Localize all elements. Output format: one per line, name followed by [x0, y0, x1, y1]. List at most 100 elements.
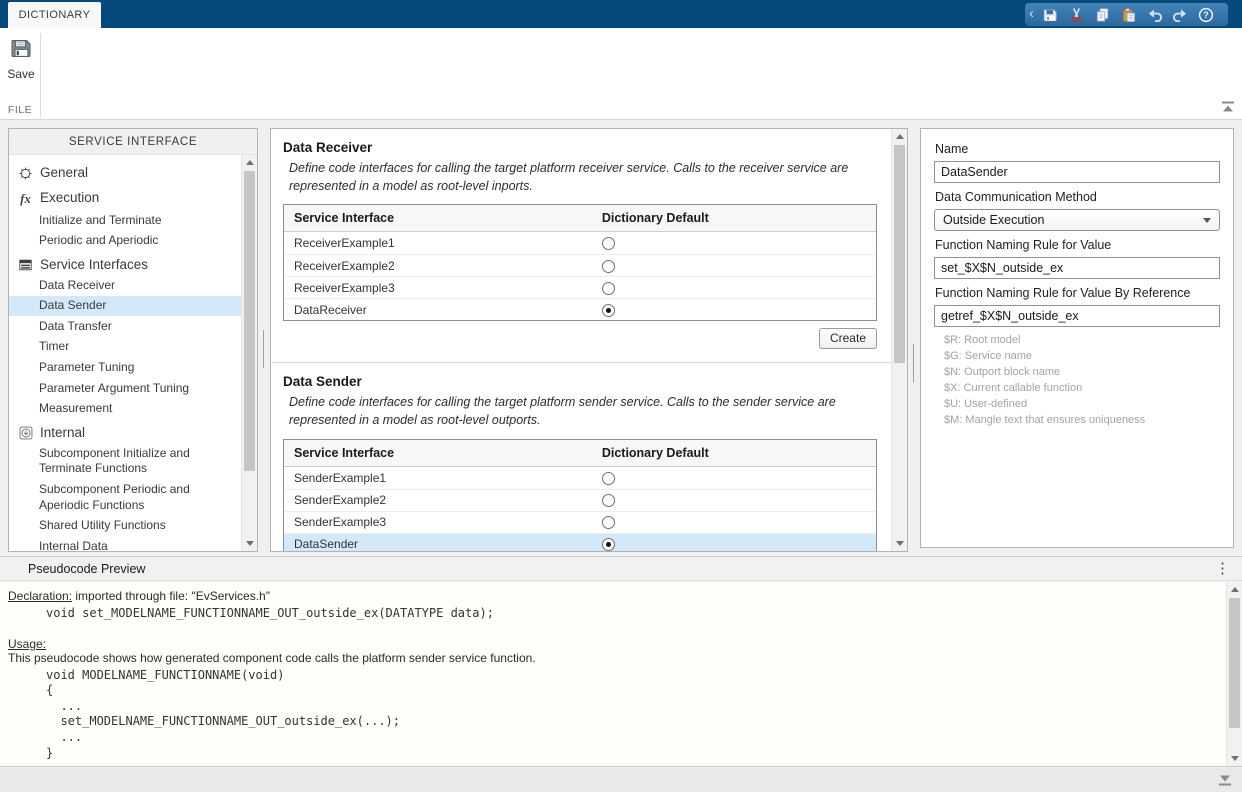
- function-naming-rule-value-label: Function Naming Rule for Value: [935, 238, 1220, 252]
- dictionary-default-radio[interactable]: [602, 260, 615, 273]
- copy-icon[interactable]: [1089, 4, 1115, 25]
- right-splitter-handle[interactable]: [913, 344, 914, 382]
- naming-token: $G: Service name: [944, 349, 1220, 365]
- service-interface-sidebar: SERVICE INTERFACE GeneralfxExecutionInit…: [8, 128, 258, 552]
- dictionary-default-radio[interactable]: [602, 282, 615, 295]
- naming-token: $N: Outport block name: [944, 365, 1220, 381]
- naming-token-list: $R: Root model$G: Service name$N: Outpor…: [944, 333, 1220, 429]
- table-header-row: Service Interface Dictionary Default: [284, 440, 876, 467]
- scrollbar-thumb[interactable]: [894, 145, 905, 363]
- sidebar-item-subcomponent-periodic-and-aperiodic-functions[interactable]: Subcomponent Periodic and Aperiodic Func…: [9, 480, 241, 516]
- name-field[interactable]: [934, 161, 1220, 183]
- declaration-line: Declaration: imported through file: "EvS…: [8, 589, 1215, 603]
- pseudocode-preview-body: Declaration: imported through file: "EvS…: [0, 582, 1242, 767]
- sidebar-item-data-sender[interactable]: Data Sender: [9, 296, 241, 317]
- service-interface-table: Service Interface Dictionary Default Sen…: [283, 439, 877, 553]
- service-row-datareceiver[interactable]: DataReceiver: [284, 298, 876, 320]
- collapse-ribbon-icon[interactable]: [1219, 100, 1237, 114]
- dictionary-default-radio[interactable]: [602, 304, 615, 317]
- scroll-down-arrow-icon[interactable]: [1227, 751, 1242, 766]
- pseudocode-preview-header: Pseudocode Preview ⋮: [0, 556, 1242, 581]
- function-naming-rule-value-field[interactable]: [934, 257, 1220, 279]
- sidebar-item-service-interfaces[interactable]: Service Interfaces: [9, 253, 241, 275]
- sidebar-item-measurement[interactable]: Measurement: [9, 399, 241, 420]
- collapse-panel-icon[interactable]: [1216, 773, 1234, 787]
- undo-icon[interactable]: [1141, 4, 1167, 25]
- sidebar-scrollbar[interactable]: [241, 155, 257, 551]
- service-row-receiverexample2[interactable]: ReceiverExample2: [284, 254, 876, 276]
- sidebar-item-shared-utility-functions[interactable]: Shared Utility Functions: [9, 516, 241, 537]
- section-title: Data Receiver: [283, 140, 879, 155]
- data-communication-method-select[interactable]: Outside Execution: [934, 209, 1220, 231]
- sidebar-item-label: Initialize and Terminate: [39, 213, 162, 229]
- sidebar-item-initialize-and-terminate[interactable]: Initialize and Terminate: [9, 210, 241, 231]
- file-section-label: FILE: [0, 104, 40, 116]
- pseudocode-preview-title: Pseudocode Preview: [28, 562, 145, 576]
- sidebar-item-label: Subcomponent Initialize and Terminate Fu…: [39, 446, 237, 477]
- center-scrollbar[interactable]: [891, 129, 907, 551]
- sidebar-item-general[interactable]: General: [9, 161, 241, 184]
- sidebar-item-data-receiver[interactable]: Data Receiver: [9, 275, 241, 296]
- sidebar-item-subcomponent-initialize-and-terminate-functions[interactable]: Subcomponent Initialize and Terminate Fu…: [9, 443, 241, 479]
- scroll-down-arrow-icon[interactable]: [242, 536, 258, 551]
- service-row-senderexample1[interactable]: SenderExample1: [284, 467, 876, 489]
- dictionary-default-radio[interactable]: [602, 237, 615, 250]
- scroll-down-arrow-icon[interactable]: [892, 536, 908, 551]
- dictionary-default-radio[interactable]: [602, 538, 615, 551]
- column-header-service-interface: Service Interface: [284, 440, 592, 466]
- grid-icon: [16, 258, 35, 272]
- save-button[interactable]: Save: [5, 36, 37, 81]
- sidebar-item-parameter-argument-tuning[interactable]: Parameter Argument Tuning: [9, 378, 241, 399]
- table-header-row: Service Interface Dictionary Default: [284, 205, 876, 232]
- save-icon[interactable]: [1037, 4, 1063, 25]
- tab-label: DICTIONARY: [19, 9, 91, 21]
- function-naming-rule-by-reference-field[interactable]: [934, 305, 1220, 327]
- sidebar-item-periodic-and-aperiodic[interactable]: Periodic and Aperiodic: [9, 231, 241, 252]
- kebab-menu-icon[interactable]: ⋮: [1215, 559, 1230, 577]
- usage-code: void MODELNAME_FUNCTIONNAME(void) { ... …: [8, 668, 1215, 762]
- service-row-senderexample3[interactable]: SenderExample3: [284, 511, 876, 533]
- help-icon[interactable]: ?: [1193, 4, 1219, 25]
- sidebar-item-internal-data[interactable]: Internal Data: [9, 536, 241, 551]
- sidebar-item-parameter-tuning[interactable]: Parameter Tuning: [9, 358, 241, 379]
- properties-panel: Name Data Communication Method Outside E…: [920, 128, 1234, 548]
- sidebar-item-label: Service Interfaces: [40, 257, 148, 272]
- ribbon: Save FILE: [0, 28, 1242, 120]
- sidebar-item-data-transfer[interactable]: Data Transfer: [9, 316, 241, 337]
- naming-token: $X: Current callable function: [944, 381, 1220, 397]
- cut-icon[interactable]: [1063, 4, 1089, 25]
- paste-icon[interactable]: [1115, 4, 1141, 25]
- ribbon-section-divider: [40, 33, 41, 117]
- sidebar-item-label: Internal: [40, 425, 85, 440]
- chevron-down-icon: [1203, 218, 1211, 223]
- tab-dictionary[interactable]: DICTIONARY: [8, 2, 101, 28]
- dictionary-default-radio[interactable]: [602, 516, 615, 529]
- toolbar-overflow-chevron-icon[interactable]: ‹: [1027, 6, 1037, 23]
- sidebar-item-execution[interactable]: fxExecution: [9, 186, 241, 210]
- scrollbar-thumb[interactable]: [1229, 598, 1240, 728]
- scroll-up-arrow-icon[interactable]: [1227, 582, 1242, 597]
- section-divider: [271, 362, 891, 363]
- dictionary-default-radio[interactable]: [602, 472, 615, 485]
- scroll-up-arrow-icon[interactable]: [892, 129, 908, 144]
- scrollbar-thumb[interactable]: [244, 171, 255, 471]
- sidebar-item-label: Timer: [39, 339, 69, 355]
- sidebar-item-label: Data Receiver: [39, 278, 115, 294]
- column-header-dictionary-default: Dictionary Default: [592, 440, 876, 466]
- naming-token: $M: Mangle text that ensures uniqueness: [944, 413, 1220, 429]
- dictionary-default-radio[interactable]: [602, 494, 615, 507]
- service-row-receiverexample1[interactable]: ReceiverExample1: [284, 232, 876, 254]
- service-interface-name: SenderExample2: [284, 493, 592, 507]
- pseudocode-scrollbar[interactable]: [1226, 582, 1242, 766]
- service-row-senderexample2[interactable]: SenderExample2: [284, 489, 876, 511]
- scroll-up-arrow-icon[interactable]: [242, 155, 258, 170]
- service-row-datasender[interactable]: DataSender: [284, 533, 876, 553]
- redo-icon[interactable]: [1167, 4, 1193, 25]
- left-splitter-handle[interactable]: [263, 330, 264, 368]
- column-header-dictionary-default: Dictionary Default: [592, 205, 876, 231]
- save-icon: [9, 47, 34, 64]
- sidebar-item-internal[interactable]: Internal: [9, 421, 241, 443]
- create-button[interactable]: Create: [819, 328, 877, 349]
- service-row-receiverexample3[interactable]: ReceiverExample3: [284, 276, 876, 298]
- sidebar-item-timer[interactable]: Timer: [9, 337, 241, 358]
